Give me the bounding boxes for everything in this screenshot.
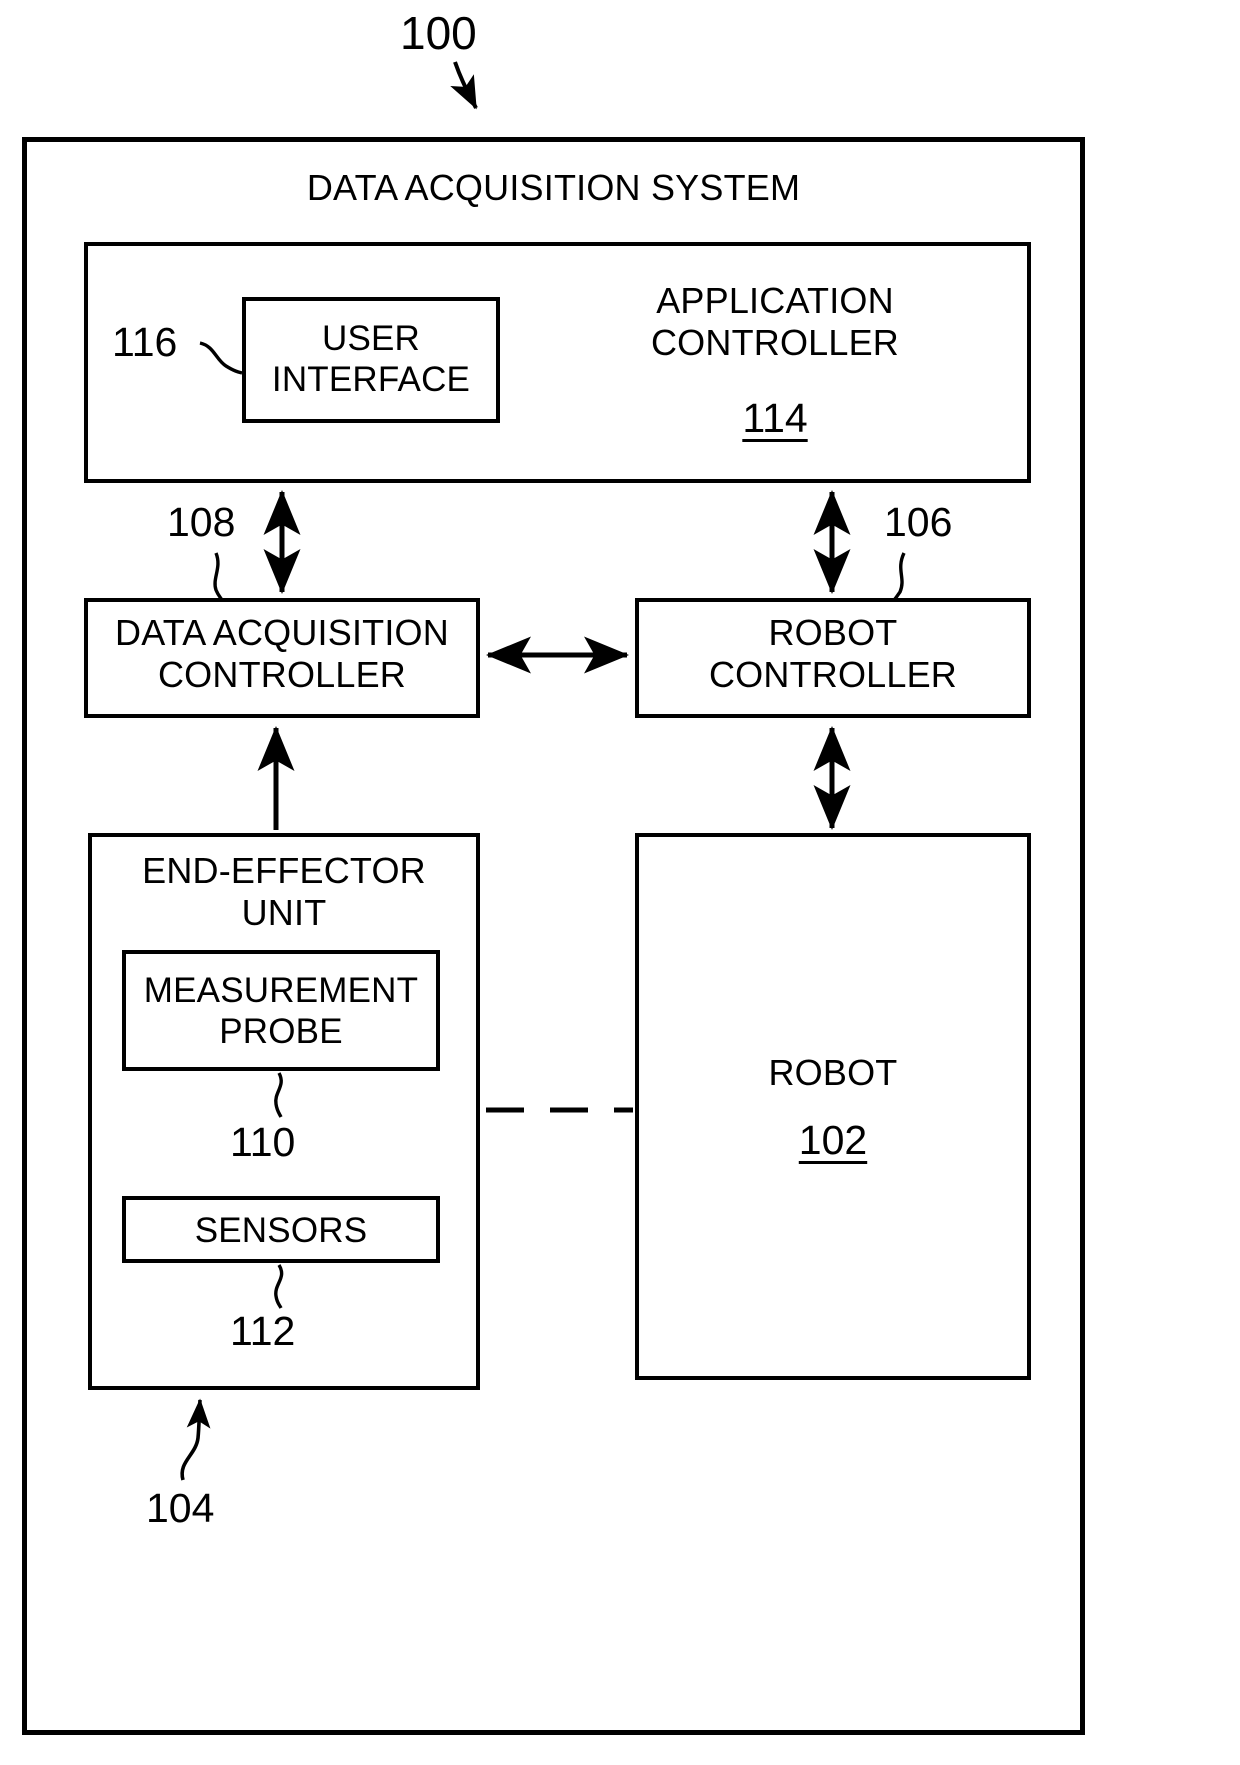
measurement-probe-label: MEASUREMENT PROBE <box>143 971 419 1052</box>
data-acquisition-controller-label: DATA ACQUISITION CONTROLLER <box>115 612 449 696</box>
robot-controller-ref-106: 106 <box>884 499 953 545</box>
robot-label: ROBOT <box>768 1052 898 1093</box>
robot-controller-label: ROBOT CONTROLLER <box>708 612 958 696</box>
patent-figure: 100 DATA ACQUISITION SYSTEM APPLICATION … <box>0 0 1240 1765</box>
user-interface-label: USER INTERFACE <box>271 319 471 400</box>
leader-figure-100 <box>450 61 478 110</box>
data-acquisition-controller-ref-108: 108 <box>167 499 236 545</box>
robot-ref-102: 102 <box>798 1117 868 1163</box>
system-title: DATA ACQUISITION SYSTEM <box>306 167 801 208</box>
end-effector-unit-label: END-EFFECTOR UNIT <box>142 850 426 934</box>
measurement-probe-ref-110: 110 <box>230 1119 296 1165</box>
sensors-label: SENSORS <box>194 1211 368 1250</box>
figure-number-100: 100 <box>400 7 477 59</box>
sensors-ref-112: 112 <box>230 1308 296 1354</box>
user-interface-ref-116: 116 <box>112 319 178 365</box>
application-controller-ref-114: 114 <box>742 395 808 441</box>
end-effector-unit-ref-104: 104 <box>146 1485 215 1531</box>
robot-box[interactable] <box>635 833 1031 1380</box>
application-controller-label: APPLICATION CONTROLLER <box>650 280 900 364</box>
